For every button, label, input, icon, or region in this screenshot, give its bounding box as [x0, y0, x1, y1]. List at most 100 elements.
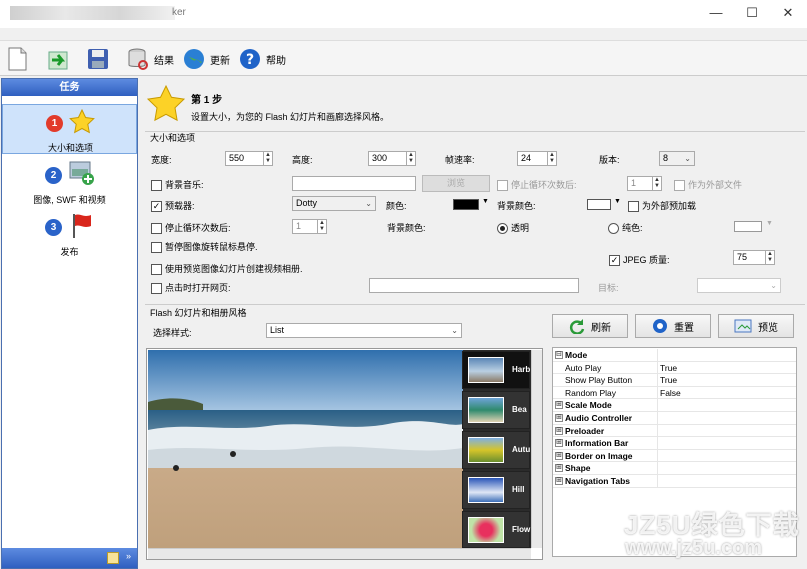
- stoploop-checkbox[interactable]: 停止循环次数后:: [497, 178, 577, 192]
- open-url-checkbox[interactable]: 点击时打开网页:: [151, 281, 231, 295]
- preload-external-checkbox[interactable]: 为外部预加载: [628, 199, 696, 213]
- task-images-swf-video[interactable]: 2 图像, SWF 和视频: [2, 157, 137, 207]
- browse-button[interactable]: 浏览: [422, 175, 490, 192]
- property-row[interactable]: ⊞ Navigation Tabs: [553, 475, 796, 488]
- task-label: 发布: [60, 247, 79, 257]
- task-size-options[interactable]: 1 大小和选项: [2, 104, 137, 154]
- property-row[interactable]: ⊞ Information Bar: [553, 437, 796, 450]
- bgmusic-label: 背景音乐:: [165, 180, 204, 190]
- property-value[interactable]: [657, 475, 796, 487]
- expand-toggle-icon[interactable]: ⊞: [555, 426, 563, 435]
- property-value[interactable]: True: [657, 374, 796, 387]
- color-swatch[interactable]: [453, 199, 479, 210]
- property-value[interactable]: [657, 349, 796, 361]
- task-publish[interactable]: 3 发布: [2, 209, 137, 259]
- style-select-label: 选择样式:: [153, 328, 192, 338]
- title-bar: ker — ☐ ✕: [0, 0, 807, 28]
- preloader-checkbox[interactable]: ✓ 预载器:: [151, 199, 195, 213]
- expand-toggle-icon[interactable]: ⊞: [555, 401, 563, 410]
- minimize-button[interactable]: —: [704, 4, 728, 22]
- height-stepper[interactable]: 300 ▲ ▼: [368, 151, 416, 166]
- new-project-button[interactable]: [6, 45, 28, 73]
- result-button[interactable]: 结果: [126, 45, 174, 73]
- property-value[interactable]: [657, 437, 796, 450]
- bgmusic-checkbox[interactable]: 背景音乐:: [151, 178, 204, 192]
- expand-toggle-icon[interactable]: ⊞: [555, 414, 563, 422]
- open-arrow-icon: [48, 51, 68, 70]
- expand-toggle-icon[interactable]: ⊞: [555, 477, 563, 485]
- close-button[interactable]: ✕: [776, 4, 800, 22]
- jpeg-quality-checkbox[interactable]: ✓ JPEG 质量:: [609, 253, 670, 267]
- thumbnail-label: Autu: [512, 445, 531, 454]
- thumbnail-item[interactable]: Harb: [462, 351, 530, 389]
- window-title: ker: [172, 7, 186, 18]
- property-row[interactable]: Random Play False: [553, 386, 796, 400]
- thumbnail-label: Flow: [512, 525, 531, 534]
- stoploop2-stepper[interactable]: 1 ▲ ▼: [292, 219, 327, 234]
- note-icon[interactable]: [107, 552, 119, 564]
- target-select[interactable]: ⌄: [697, 278, 781, 293]
- preview-horizontal-scrollbar[interactable]: [148, 548, 531, 559]
- step-star-icon: [146, 84, 186, 122]
- width-stepper[interactable]: 550 ▲ ▼: [225, 151, 273, 166]
- property-value[interactable]: [657, 449, 796, 462]
- preloader-select[interactable]: Dotty ⌄: [292, 196, 376, 211]
- version-select[interactable]: 8 ⌄: [659, 151, 695, 166]
- property-value[interactable]: [657, 399, 796, 412]
- property-value[interactable]: False: [657, 386, 796, 399]
- property-key: Preloader: [565, 425, 605, 436]
- expand-toggle-icon[interactable]: ⊞: [555, 464, 563, 473]
- bgmusic-path-input[interactable]: [292, 176, 416, 191]
- task-panel: 任务 1 大小和选项 2 图像, SWF 和视频 3 发布 »: [1, 78, 138, 569]
- color-dropdown-arrow-icon[interactable]: ▼: [482, 198, 489, 205]
- thumbnail-item[interactable]: Autu: [462, 431, 530, 469]
- thumbnail-item[interactable]: Hill: [462, 471, 530, 509]
- property-row[interactable]: ⊞ Scale Mode: [553, 399, 796, 412]
- preview-button[interactable]: 预览: [718, 314, 794, 338]
- property-row[interactable]: ⊟ Mode: [553, 349, 796, 362]
- thumbnail-label: Hill: [512, 485, 525, 494]
- property-row[interactable]: ⊞ Preloader: [553, 424, 796, 438]
- style-select[interactable]: List ⌄: [266, 323, 462, 338]
- open-button[interactable]: [46, 45, 72, 73]
- fps-stepper[interactable]: 24 ▲ ▼: [517, 151, 557, 166]
- property-value[interactable]: [657, 424, 796, 437]
- thumbnail-item[interactable]: Bea: [462, 391, 530, 429]
- preview-vertical-scrollbar[interactable]: [531, 350, 542, 548]
- open-url-input[interactable]: [369, 278, 579, 293]
- update-button[interactable]: 更新: [182, 45, 230, 73]
- external-file-checkbox[interactable]: 作为外部文件: [674, 178, 742, 192]
- bgcolor-dropdown-arrow-icon[interactable]: ▼: [614, 198, 621, 205]
- task-panel-header: 任务: [2, 79, 137, 96]
- bgcolor-swatch[interactable]: [587, 199, 611, 210]
- stoploop2-checkbox[interactable]: 停止循环次数后:: [151, 221, 231, 235]
- chevron-down-icon[interactable]: »: [126, 551, 131, 561]
- transparent-radio[interactable]: 透明: [497, 221, 529, 235]
- pause-hover-checkbox[interactable]: 暂停图像旋转鼠标悬停.: [151, 240, 258, 254]
- use-preview-checkbox[interactable]: 使用预览图像幻灯片创建视频相册.: [151, 262, 303, 276]
- property-value[interactable]: [657, 412, 796, 424]
- reset-button[interactable]: 重置: [635, 314, 711, 338]
- solid-dropdown-arrow-icon[interactable]: ▼: [766, 220, 773, 227]
- property-value[interactable]: [657, 462, 796, 475]
- property-row[interactable]: Auto Play True: [553, 361, 796, 375]
- property-row[interactable]: ⊞ Shape: [553, 462, 796, 475]
- save-button[interactable]: [86, 45, 110, 73]
- property-row[interactable]: Show Play Button True: [553, 374, 796, 387]
- property-row[interactable]: ⊞ Border on Image: [553, 449, 796, 463]
- solid-radio[interactable]: 纯色:: [608, 221, 643, 235]
- solid-color-swatch[interactable]: [734, 221, 762, 232]
- expand-toggle-icon[interactable]: ⊞: [555, 439, 563, 448]
- use-preview-label: 使用预览图像幻灯片创建视频相册.: [165, 264, 303, 274]
- expand-toggle-icon[interactable]: ⊟: [555, 351, 563, 359]
- jpeg-quality-stepper[interactable]: 75 ▲ ▼: [733, 250, 775, 265]
- thumbnail-item[interactable]: Flow: [462, 511, 530, 548]
- refresh-button[interactable]: 刷新: [552, 314, 628, 338]
- property-value[interactable]: True: [657, 361, 796, 374]
- stoploop-stepper[interactable]: 1 ▲ ▼: [627, 176, 662, 191]
- maximize-button[interactable]: ☐: [740, 4, 764, 22]
- help-button[interactable]: ? 帮助: [238, 45, 286, 73]
- expand-toggle-icon[interactable]: ⊞: [555, 451, 563, 460]
- property-row[interactable]: ⊞ Audio Controller: [553, 412, 796, 425]
- thumbnail-label: Bea: [512, 405, 527, 414]
